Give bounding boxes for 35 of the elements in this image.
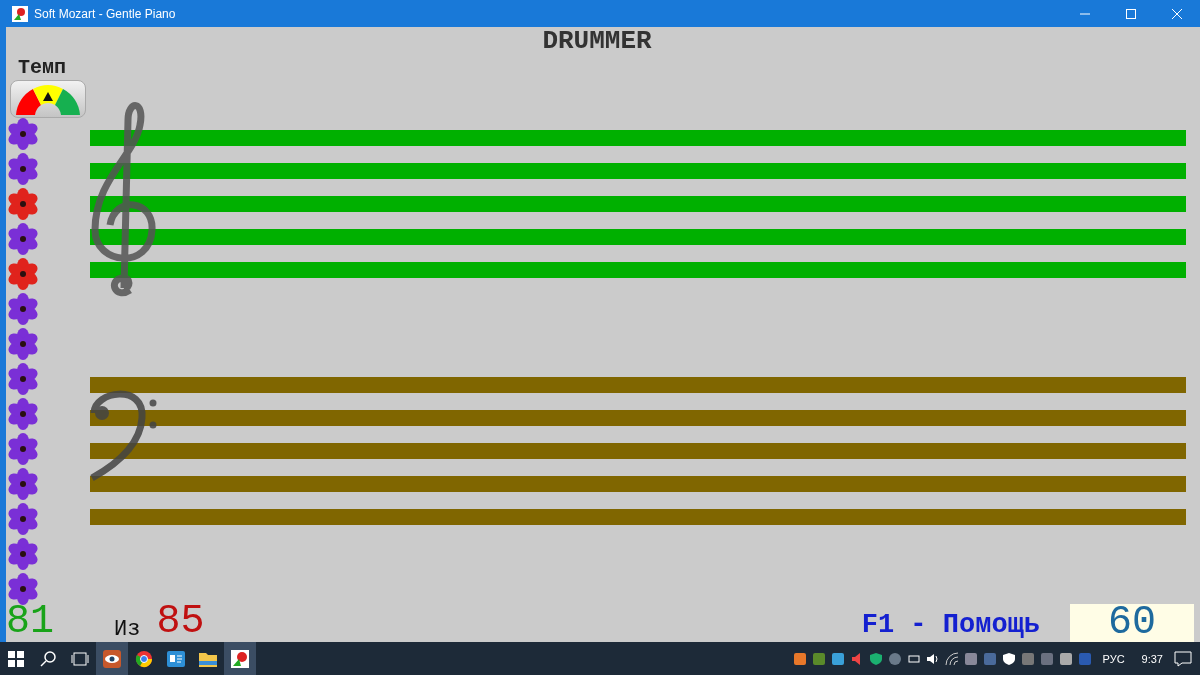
tray-icon[interactable] <box>1039 651 1054 666</box>
taskbar-app-button[interactable] <box>224 642 256 675</box>
game-title: DRUMMER <box>541 27 653 55</box>
app-icon <box>231 649 249 668</box>
total-count: 85 <box>156 602 205 642</box>
tray-icon[interactable] <box>830 651 845 666</box>
of-label: Из <box>114 618 141 642</box>
app-icon <box>12 5 28 22</box>
tempo-label: Темп <box>18 57 66 79</box>
folder-icon <box>199 650 217 667</box>
tray-icon[interactable] <box>811 651 826 666</box>
browser-icon <box>135 649 153 668</box>
eye-icon <box>103 649 121 668</box>
volume-icon[interactable] <box>925 651 940 666</box>
contact-card-icon <box>167 650 185 667</box>
search-icon <box>40 650 56 667</box>
maximize-icon <box>1126 8 1136 19</box>
tray-icon[interactable] <box>792 651 807 666</box>
notification-icon[interactable] <box>1174 650 1192 667</box>
language-indicator[interactable]: РУС <box>1096 652 1131 665</box>
tempo-gauge-button[interactable] <box>10 80 86 118</box>
close-icon <box>1172 8 1182 19</box>
score-count: 81 <box>6 602 54 642</box>
windows-icon <box>8 650 24 667</box>
task-view-icon <box>71 651 89 666</box>
help-hint: F1 - Помощь <box>861 609 1040 642</box>
window-title: Soft Mozart - Gentle Piano <box>34 6 177 21</box>
shield-icon[interactable] <box>1001 651 1016 666</box>
tempo-value: 60 <box>1070 604 1194 642</box>
tray-icon[interactable] <box>887 651 902 666</box>
taskbar-app-button[interactable] <box>96 642 128 675</box>
clock[interactable]: 9:37 <box>1135 652 1169 665</box>
wifi-icon[interactable] <box>944 651 959 666</box>
tray-icon[interactable] <box>1058 651 1073 666</box>
tray-icon[interactable] <box>963 651 978 666</box>
